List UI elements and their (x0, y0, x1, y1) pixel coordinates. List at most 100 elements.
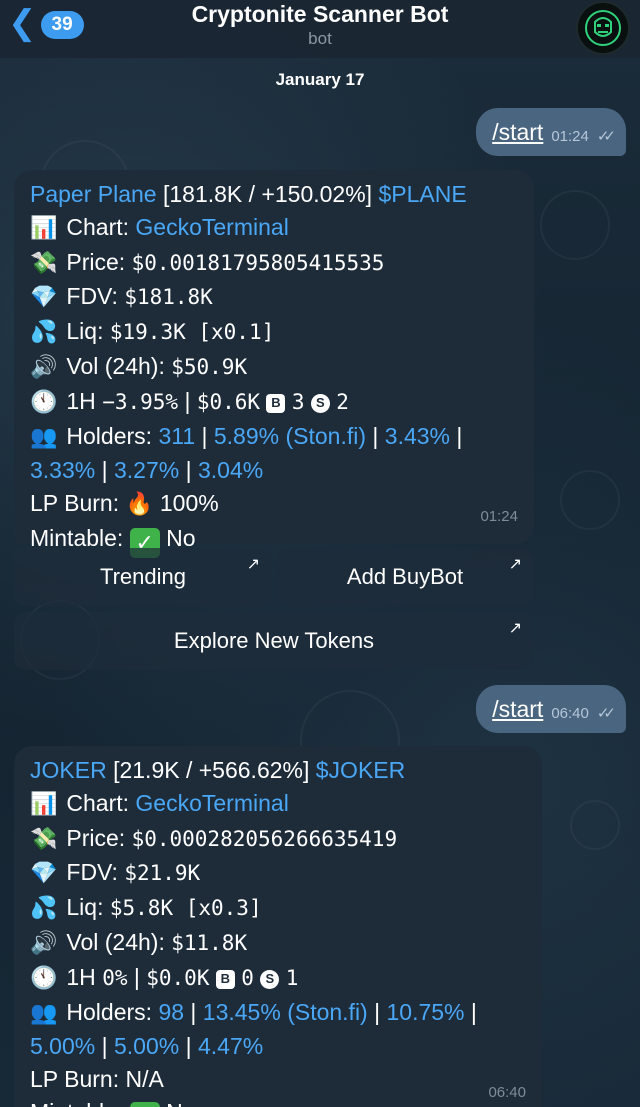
buys-b-icon: B (266, 393, 286, 413)
holder-link[interactable]: 5.00% (114, 1033, 179, 1059)
speaker-icon: 🔊 (30, 930, 58, 956)
lp-burn-label: LP Burn: (30, 1066, 120, 1093)
external-arrow-icon: ↗ (508, 620, 522, 637)
price-label: Price: (66, 248, 126, 275)
chart-label: Chart: (66, 789, 130, 816)
chat-header: ❮ 39 Cryptonite Scanner Bot bot (0, 0, 640, 58)
token-stats: [181.8K / +150.02%] (162, 181, 373, 207)
check-mark-icon: ✓ (129, 1102, 160, 1107)
sells-s-icon: S (310, 393, 330, 413)
robot-face-icon (585, 10, 621, 46)
bar-chart-icon: 📊 (30, 215, 58, 241)
mintable-label: Mintable: (30, 1099, 123, 1107)
command-link[interactable]: /start (492, 119, 543, 146)
read-check-icon: ✓✓ (596, 128, 616, 145)
lp-burn-value: N/A (125, 1066, 164, 1093)
token-name-link[interactable]: JOKER (30, 757, 107, 783)
fire-icon: 🔥 (125, 492, 154, 518)
h1-separator: | (133, 963, 140, 990)
chat-subtitle: bot (308, 29, 332, 48)
droplets-icon: 💦 (30, 896, 58, 922)
holders-count-link[interactable]: 311 (158, 423, 195, 449)
buys-b-icon: B (215, 969, 235, 989)
price-value: $0.00181795805415535 (131, 250, 385, 275)
h1-amount: $0.6K (196, 389, 261, 414)
h1-change: −3.95% (102, 389, 179, 414)
chat-title: Cryptonite Scanner Bot (191, 1, 449, 27)
holder-link[interactable]: 3.04% (198, 457, 263, 483)
h1-separator: | (184, 387, 191, 414)
command-link[interactable]: /start (492, 696, 543, 723)
external-arrow-icon: ↗ (246, 556, 260, 573)
sells-s-icon: S (260, 969, 280, 989)
fdv-value: $21.9K (124, 861, 201, 886)
vol-label: Vol (24h): (66, 352, 165, 379)
mintable-value: No (166, 1099, 195, 1107)
gem-icon: 💎 (30, 861, 58, 887)
bot-avatar[interactable] (576, 1, 630, 55)
token-ticker-link[interactable]: $PLANE (378, 181, 466, 207)
message-time: 01:24 (480, 508, 518, 526)
outgoing-message[interactable]: /start 06:40 ✓✓ (476, 685, 626, 733)
liq-label: Liq: (66, 318, 104, 345)
money-wings-icon: 💸 (30, 250, 58, 276)
holder-link[interactable]: 3.33% (30, 457, 95, 483)
holder-link[interactable]: 3.43% (385, 423, 450, 449)
explore-new-tokens-button[interactable]: Explore New Tokens ↗ (14, 612, 534, 670)
token-ticker-link[interactable]: $JOKER (316, 757, 405, 783)
holder-link[interactable]: 5.89% (Ston.fi) (214, 423, 366, 449)
token-headline: JOKER [21.9K / +566.62%] $JOKER (30, 754, 526, 787)
vol-value: $11.8K (171, 930, 248, 955)
vol-label: Vol (24h): (66, 928, 165, 955)
outgoing-message[interactable]: /start 01:24 ✓✓ (476, 108, 626, 156)
bar-chart-icon: 📊 (30, 791, 58, 817)
explore-button-label: Explore New Tokens (173, 628, 375, 653)
fdv-label: FDV: (66, 283, 118, 310)
add-buybot-button[interactable]: Add BuyBot ↗ (276, 548, 534, 606)
geckoterminal-link[interactable]: GeckoTerminal (135, 790, 288, 816)
read-check-icon: ✓✓ (596, 705, 616, 722)
money-wings-icon: 💸 (30, 826, 58, 852)
clock-icon: 🕚 (30, 389, 58, 415)
buys-count: 3 (291, 389, 305, 414)
holders-label: Holders: (66, 998, 153, 1025)
message-time: 06:40 (488, 1084, 526, 1102)
geckoterminal-link[interactable]: GeckoTerminal (135, 214, 288, 240)
token-name-link[interactable]: Paper Plane (30, 181, 157, 207)
trending-button-label: Trending (99, 564, 186, 589)
date-separator: January 17 (275, 70, 365, 89)
price-label: Price: (66, 824, 126, 851)
droplets-icon: 💦 (30, 320, 58, 346)
message-time: 01:24 (551, 127, 589, 145)
token-card-message: JOKER [21.9K / +566.62%] $JOKER 📊 Chart:… (14, 746, 542, 1107)
holders-count-link[interactable]: 98 (158, 999, 184, 1025)
holder-link[interactable]: 13.45% (Ston.fi) (203, 999, 368, 1025)
add-buybot-button-label: Add BuyBot (346, 564, 464, 589)
fdv-label: FDV: (66, 859, 118, 886)
holder-link[interactable]: 5.00% (30, 1033, 95, 1059)
external-arrow-icon: ↗ (508, 556, 522, 573)
chat-title-area[interactable]: Cryptonite Scanner Bot bot (0, 0, 640, 50)
chart-label: Chart: (66, 213, 130, 240)
fdv-value: $181.8K (124, 285, 213, 310)
h1-change: 0% (102, 965, 128, 990)
holder-link[interactable]: 10.75% (386, 999, 464, 1025)
speaker-icon: 🔊 (30, 354, 58, 380)
message-time: 06:40 (551, 704, 589, 722)
people-icon: 👥 (30, 424, 58, 450)
holder-link[interactable]: 3.27% (114, 457, 179, 483)
sells-count: 2 (336, 389, 349, 414)
lp-burn-value: 100% (159, 490, 219, 517)
people-icon: 👥 (30, 1000, 58, 1026)
sells-count: 1 (285, 965, 299, 990)
liq-value: $5.8K [x0.3] (109, 896, 262, 921)
liq-label: Liq: (66, 894, 104, 921)
trending-button[interactable]: Trending ↗ (14, 548, 272, 606)
token-headline: Paper Plane [181.8K / +150.02%] $PLANE (30, 178, 518, 211)
token-card-message: Paper Plane [181.8K / +150.02%] $PLANE 📊… (14, 170, 534, 559)
holders-label: Holders: (66, 422, 153, 449)
lp-burn-label: LP Burn: (30, 490, 120, 517)
token-stats: [21.9K / +566.62%] (113, 757, 310, 783)
holder-link[interactable]: 4.47% (198, 1033, 263, 1059)
h1-label: 1H (66, 963, 96, 990)
